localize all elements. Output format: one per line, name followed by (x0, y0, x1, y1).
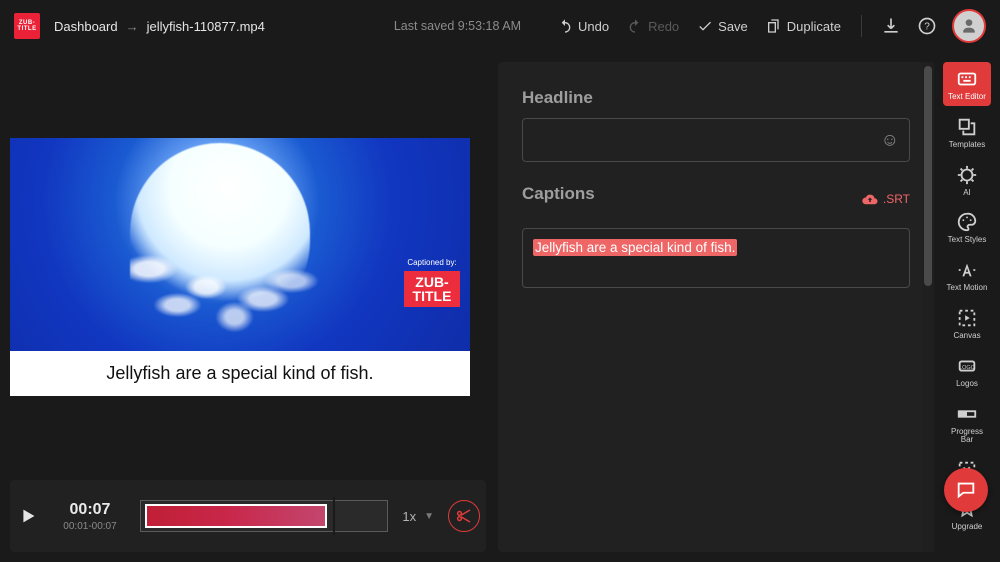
svg-text:LOGO: LOGO (959, 365, 976, 371)
tool-label: AI (963, 189, 971, 198)
tool-label: Logos (956, 380, 978, 389)
playback-controls: 00:07 00:01-00:07 1x ▼ (10, 480, 486, 552)
top-actions: Undo Redo Save Duplicate ? (551, 9, 986, 43)
canvas-icon (956, 307, 978, 329)
breadcrumb-root[interactable]: Dashboard (54, 19, 118, 34)
save-label: Save (718, 19, 748, 34)
tool-label: Progress Bar (945, 428, 989, 446)
help-icon: ? (917, 16, 937, 36)
headline-label: Headline (522, 88, 910, 108)
cloud-upload-icon (861, 192, 879, 206)
video-frame: Captioned by: ZUB- TITLE (10, 138, 470, 351)
download-button[interactable] (876, 11, 906, 41)
scissors-icon (455, 507, 473, 525)
download-icon (881, 16, 901, 36)
emoji-picker-icon[interactable]: ☺ (881, 130, 899, 151)
undo-icon (557, 18, 573, 34)
watermark: Captioned by: ZUB- TITLE (404, 258, 460, 307)
srt-label: .SRT (883, 192, 910, 206)
tool-label: Upgrade (952, 523, 983, 532)
duplicate-label: Duplicate (787, 19, 841, 34)
svg-text:?: ? (924, 21, 930, 32)
headline-input[interactable]: ☺ (522, 118, 910, 162)
tool-label: Canvas (953, 332, 980, 341)
panel-scrollbar[interactable] (922, 62, 934, 552)
redo-button[interactable]: Redo (621, 14, 685, 38)
play-button[interactable] (16, 505, 40, 527)
jellyfish-tentacles (130, 233, 320, 353)
redo-icon (627, 18, 643, 34)
speed-select[interactable]: 1x ▼ (402, 509, 434, 524)
tool-label: Templates (949, 141, 985, 150)
topbar: ZUB-TITLE Dashboard → jellyfish-110877.m… (0, 0, 1000, 52)
tool-logos[interactable]: LOGO Logos (943, 349, 991, 393)
brand-logo[interactable]: ZUB-TITLE (14, 13, 40, 39)
scrollbar-thumb[interactable] (924, 66, 932, 286)
tool-label: Text Editor (948, 93, 986, 102)
save-button[interactable]: Save (691, 14, 754, 38)
tool-text-editor[interactable]: Text Editor (943, 62, 991, 106)
ai-icon (956, 164, 978, 186)
tool-ai[interactable]: AI (943, 158, 991, 202)
time-range: 00:01-00:07 (54, 521, 126, 532)
current-time: 00:07 (54, 501, 126, 519)
last-saved-label: Last saved 9:53:18 AM (394, 19, 521, 33)
tool-canvas[interactable]: Canvas (943, 301, 991, 345)
undo-button[interactable]: Undo (551, 14, 615, 38)
timeline[interactable] (140, 500, 388, 532)
user-icon (959, 16, 979, 36)
tool-rail: Text Editor Templates AI Text Styles Tex… (934, 52, 1000, 562)
tool-label: Text Motion (947, 284, 988, 293)
keyboard-icon (956, 68, 978, 90)
time-display: 00:07 00:01-00:07 (54, 501, 126, 532)
tool-progress-bar[interactable]: Progress Bar (943, 397, 991, 450)
avatar[interactable] (952, 9, 986, 43)
chevron-right-icon: → (126, 19, 139, 34)
watermark-logo: ZUB- TITLE (404, 271, 460, 307)
templates-icon (956, 116, 978, 138)
preview-caption: Jellyfish are a special kind of fish. (10, 351, 470, 396)
tool-text-styles[interactable]: Text Styles (943, 205, 991, 249)
watermark-label: Captioned by: (404, 258, 460, 267)
chat-fab[interactable] (944, 468, 988, 512)
breadcrumb: Dashboard → jellyfish-110877.mp4 (54, 19, 265, 34)
captions-input[interactable]: Jellyfish are a special kind of fish. (522, 228, 910, 288)
undo-label: Undo (578, 19, 609, 34)
upload-srt-button[interactable]: .SRT (861, 192, 910, 206)
redo-label: Redo (648, 19, 679, 34)
preview-column: Captioned by: ZUB- TITLE Jellyfish are a… (0, 52, 498, 562)
tool-text-motion[interactable]: Text Motion (943, 253, 991, 297)
editor-panel: Headline ☺ Captions .SRT Jellyfish are a… (498, 62, 934, 552)
video-preview[interactable]: Captioned by: ZUB- TITLE Jellyfish are a… (10, 138, 470, 396)
help-button[interactable]: ? (912, 11, 942, 41)
speed-value: 1x (402, 509, 416, 524)
tool-templates[interactable]: Templates (943, 110, 991, 154)
text-motion-icon (956, 259, 978, 281)
chevron-down-icon: ▼ (424, 511, 434, 522)
cut-button[interactable] (448, 500, 480, 532)
check-icon (697, 18, 713, 34)
palette-icon (956, 211, 978, 233)
captions-label: Captions (522, 184, 595, 204)
divider (861, 15, 862, 37)
chat-icon (955, 479, 977, 501)
duplicate-button[interactable]: Duplicate (760, 14, 847, 38)
tool-label: Text Styles (948, 236, 987, 245)
caption-line[interactable]: Jellyfish are a special kind of fish. (533, 239, 737, 256)
progress-icon (956, 403, 978, 425)
play-icon (17, 505, 39, 527)
logo-icon: LOGO (956, 355, 978, 377)
breadcrumb-file: jellyfish-110877.mp4 (147, 19, 265, 34)
copy-icon (766, 18, 782, 34)
playhead[interactable] (333, 497, 335, 535)
timeline-clip[interactable] (145, 504, 327, 528)
